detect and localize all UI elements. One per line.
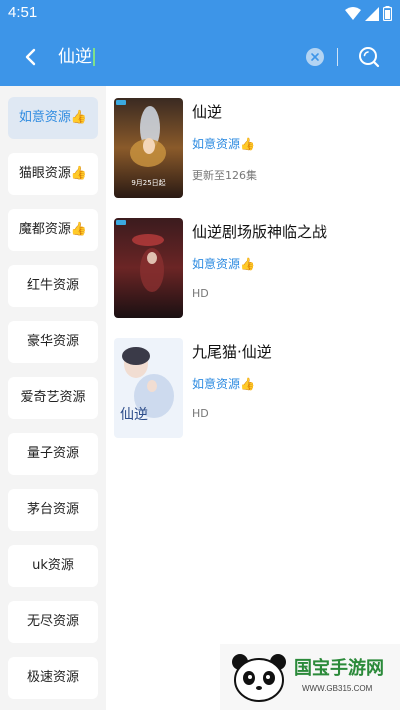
status-icons	[345, 6, 392, 21]
sidebar-item-liangzi[interactable]: 量子资源	[8, 433, 98, 475]
sidebar-item-maoyan[interactable]: 猫眼资源👍	[8, 153, 98, 195]
result-status: HD	[192, 287, 209, 300]
search-icon[interactable]	[357, 45, 381, 69]
clear-icon[interactable]	[306, 48, 324, 66]
sidebar-item-jisu[interactable]: 极速资源	[8, 657, 98, 699]
sidebar-item-wujin[interactable]: 无尽资源	[8, 601, 98, 643]
poster-date-label: 9月25日起	[131, 179, 166, 187]
poster-image: 仙逆	[114, 338, 183, 438]
sidebar-item-modu[interactable]: 魔都资源👍	[8, 209, 98, 251]
result-title: 仙逆剧场版神临之战	[192, 223, 328, 241]
search-divider	[337, 48, 338, 66]
search-query: 仙逆	[58, 47, 92, 67]
sidebar-item-maotai[interactable]: 茅台资源	[8, 489, 98, 531]
panda-logo-icon	[232, 654, 286, 702]
sidebar-item-uk[interactable]: uk资源	[8, 545, 98, 587]
back-arrow-icon[interactable]	[18, 44, 44, 70]
result-source: 如意资源👍	[192, 257, 255, 271]
result-status: HD	[192, 407, 209, 420]
sidebar-item-iqiyi[interactable]: 爱奇艺资源	[8, 377, 98, 419]
result-source: 如意资源👍	[192, 377, 255, 391]
poster-image: 9月25日起	[114, 98, 183, 198]
search-input[interactable]: 仙逆	[58, 42, 298, 72]
sidebar-item-ruyi[interactable]: 如意资源👍	[8, 97, 98, 139]
watermark-text: 国宝手游网	[294, 658, 384, 679]
poster-image	[114, 218, 183, 318]
watermark-url: WWW.GB315.COM	[302, 684, 373, 693]
status-bar: 4:51	[0, 0, 400, 28]
text-caret	[93, 48, 95, 66]
source-sidebar: 如意资源👍 猫眼资源👍 魔都资源👍 红牛资源 豪华资源 爱奇艺资源 量子资源 茅…	[0, 86, 106, 710]
result-source: 如意资源👍	[192, 137, 255, 151]
result-item[interactable]: 9月25日起 仙逆 如意资源👍 更新至126集	[114, 98, 394, 200]
status-time: 4:51	[8, 4, 38, 21]
search-bar: 仙逆	[0, 28, 400, 86]
result-item[interactable]: 仙逆 九尾猫·仙逆 如意资源👍 HD	[114, 338, 394, 440]
poster-title-label: 仙逆	[120, 407, 148, 423]
result-status: 更新至126集	[192, 169, 257, 182]
signal-icon	[365, 6, 379, 21]
result-item[interactable]: 仙逆剧场版神临之战 如意资源👍 HD	[114, 218, 394, 320]
sidebar-item-haohua[interactable]: 豪华资源	[8, 321, 98, 363]
site-watermark: 国宝手游网 WWW.GB315.COM	[220, 644, 400, 710]
result-title: 仙逆	[192, 103, 223, 121]
sidebar-item-hongniu[interactable]: 红牛资源	[8, 265, 98, 307]
wifi-icon	[345, 6, 361, 20]
battery-icon	[383, 6, 392, 21]
result-title: 九尾猫·仙逆	[192, 343, 272, 361]
